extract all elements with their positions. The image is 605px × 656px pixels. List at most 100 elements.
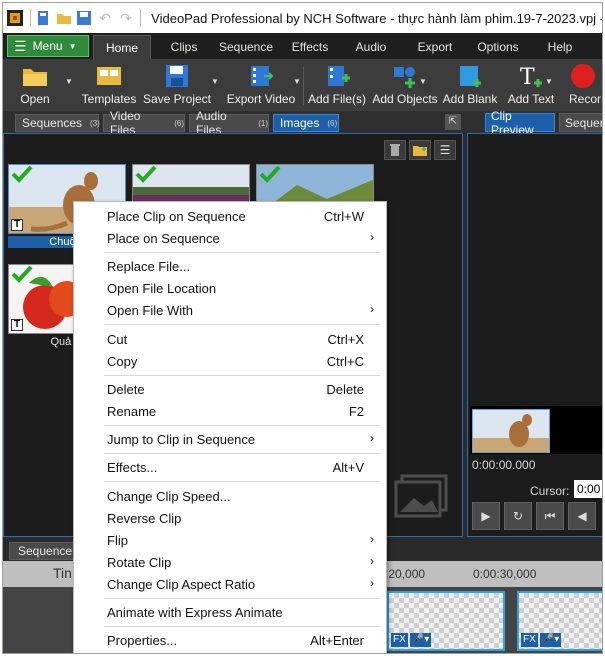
menu-item-shortcut: Ctrl+C bbox=[326, 354, 364, 369]
fx-button[interactable]: FX bbox=[391, 633, 408, 647]
add-objects-button[interactable]: Add Objects bbox=[372, 63, 438, 109]
menu-item-delete[interactable]: Delete Delete bbox=[74, 379, 386, 401]
export-dropdown-icon[interactable]: ▼ bbox=[293, 77, 301, 86]
check-icon bbox=[11, 265, 33, 283]
list-view-icon[interactable]: ☰ bbox=[434, 140, 456, 160]
tab-audio-files-bin[interactable]: Audio Files (1) bbox=[189, 109, 269, 137]
play-icon[interactable]: ▶ bbox=[472, 502, 500, 530]
add-objects-dropdown-icon[interactable]: ▼ bbox=[419, 77, 427, 86]
fx-button[interactable]: FX bbox=[521, 633, 538, 647]
menu-item-properties[interactable]: Properties... Alt+Enter bbox=[74, 630, 386, 652]
menu-item-jump-to-clip[interactable]: Jump to Clip in Sequence › bbox=[74, 429, 386, 451]
tab-clips[interactable]: Clips bbox=[161, 35, 207, 59]
tab-sequences-bin[interactable]: Sequences (3) bbox=[15, 114, 100, 132]
bin-tab-label: Sequences bbox=[22, 116, 83, 130]
skip-start-icon[interactable]: ⏮ bbox=[536, 502, 564, 530]
context-menu: Place Clip on Sequence Ctrl+W Place on S… bbox=[73, 201, 387, 653]
tab-sequence-preview[interactable]: Sequenc bbox=[559, 113, 602, 132]
tab-audio[interactable]: Audio bbox=[349, 35, 393, 59]
save-dropdown-icon[interactable]: ▼ bbox=[211, 77, 219, 86]
playback-controls: ▶ ↻ ⏮ ◀ bbox=[472, 502, 596, 532]
new-project-icon[interactable] bbox=[35, 9, 52, 27]
add-blank-icon bbox=[456, 63, 484, 89]
tab-sequence-timeline[interactable]: Sequence bbox=[9, 542, 82, 560]
menu-item-change-aspect-ratio[interactable]: Change Clip Aspect Ratio › bbox=[74, 574, 386, 596]
new-folder-icon[interactable] bbox=[409, 140, 431, 160]
add-files-button[interactable]: Add File(s) bbox=[308, 63, 366, 109]
menu-item-place-on-sequence[interactable]: Place on Sequence › bbox=[74, 228, 386, 250]
open-folder-icon[interactable] bbox=[55, 9, 72, 27]
menu-item-rename[interactable]: Rename F2 bbox=[74, 401, 386, 423]
microphone-icon[interactable]: 🎤▾ bbox=[409, 633, 432, 647]
templates-button[interactable]: Templates bbox=[81, 63, 137, 109]
menu-separator bbox=[104, 481, 380, 482]
save-project-button[interactable]: Save Project bbox=[143, 63, 211, 109]
add-blank-label: Add Blank bbox=[442, 92, 498, 106]
main-menu-label: Menu bbox=[32, 39, 63, 53]
text-badge-icon: T bbox=[11, 319, 23, 331]
trash-icon[interactable] bbox=[384, 140, 406, 160]
preview-tab-bar: Clip Preview Sequenc bbox=[465, 109, 602, 137]
menu-item-cut[interactable]: Cut Ctrl+X bbox=[74, 329, 386, 351]
open-dropdown-icon[interactable]: ▼ bbox=[65, 77, 73, 86]
menu-item-open-file-with[interactable]: Open File With › bbox=[74, 300, 386, 322]
redo-icon[interactable]: ↷ bbox=[118, 9, 135, 27]
menu-item-label: Delete bbox=[107, 382, 145, 397]
menu-item-label: Animate with Express Animate bbox=[107, 605, 283, 620]
menu-item-label: Change Clip Speed... bbox=[107, 489, 231, 504]
menu-item-shortcut: F2 bbox=[348, 404, 364, 419]
loop-icon[interactable]: ↻ bbox=[504, 502, 532, 530]
main-menu-button[interactable]: ☰ Menu ▼ bbox=[7, 35, 89, 57]
tab-help[interactable]: Help bbox=[541, 35, 579, 59]
menu-item-label: Place Clip on Sequence bbox=[107, 209, 246, 224]
tab-effects[interactable]: Effects bbox=[285, 35, 335, 59]
menu-item-rotate-clip[interactable]: Rotate Clip › bbox=[74, 552, 386, 574]
tab-video-files-bin[interactable]: Video Files (6) bbox=[103, 109, 185, 137]
clip-buttons: FX 🎤▾ bbox=[521, 633, 562, 647]
menu-item-flip[interactable]: Flip › bbox=[74, 530, 386, 552]
title-bar: ↶ ↷ VideoPad Professional by NCH Softwar… bbox=[3, 3, 602, 33]
tab-sequence[interactable]: Sequence bbox=[215, 35, 277, 59]
add-text-button[interactable]: T Add Text bbox=[507, 63, 555, 109]
save-icon[interactable] bbox=[76, 9, 93, 27]
menu-item-reverse-clip[interactable]: Reverse Clip bbox=[74, 508, 386, 530]
add-blank-button[interactable]: Add Blank bbox=[442, 63, 498, 109]
microphone-icon[interactable]: 🎤▾ bbox=[539, 633, 562, 647]
title-separator bbox=[29, 9, 31, 27]
bin-tab-count: (6) bbox=[327, 118, 338, 128]
submenu-arrow-icon: › bbox=[370, 576, 374, 590]
menu-item-place-clip-on-sequence[interactable]: Place Clip on Sequence Ctrl+W bbox=[74, 206, 386, 228]
menu-item-effects[interactable]: Effects... Alt+V bbox=[74, 457, 386, 479]
preview-timecode: 0:00:00.000 bbox=[472, 458, 536, 472]
tab-images-bin[interactable]: Images (6) bbox=[273, 114, 339, 132]
cursor-input[interactable]: 0:00 bbox=[574, 480, 602, 498]
menu-separator bbox=[104, 252, 380, 253]
step-back-icon[interactable]: ◀ bbox=[568, 502, 596, 530]
record-button[interactable]: Recor bbox=[569, 63, 602, 109]
undo-icon[interactable]: ↶ bbox=[97, 9, 114, 27]
menu-item-replace-file[interactable]: Replace File... bbox=[74, 256, 386, 278]
menu-item-label: Open File With bbox=[107, 303, 193, 318]
export-video-button[interactable]: Export Video bbox=[227, 63, 295, 109]
open-label: Open bbox=[20, 92, 50, 106]
menu-separator bbox=[104, 453, 380, 454]
timeline-clip[interactable]: FX 🎤▾ bbox=[387, 591, 505, 651]
tab-export[interactable]: Export bbox=[411, 35, 459, 59]
menu-item-change-clip-speed[interactable]: Change Clip Speed... bbox=[74, 486, 386, 508]
menu-item-animate[interactable]: Animate with Express Animate bbox=[74, 602, 386, 624]
submenu-arrow-icon: › bbox=[370, 554, 374, 568]
tab-clip-preview[interactable]: Clip Preview bbox=[485, 109, 555, 137]
record-label: Recor bbox=[569, 92, 602, 106]
menu-item-open-file-location[interactable]: Open File Location bbox=[74, 278, 386, 300]
menu-item-label: Jump to Clip in Sequence bbox=[107, 432, 256, 447]
add-text-dropdown-icon[interactable]: ▼ bbox=[545, 77, 553, 86]
menu-item-copy[interactable]: Copy Ctrl+C bbox=[74, 351, 386, 373]
bin-tab-bar: Sequences (3) Video Files (6) Audio Files(… bbox=[3, 109, 465, 137]
timeline-clip[interactable]: FX 🎤▾ bbox=[517, 591, 602, 651]
open-button[interactable]: Open bbox=[15, 63, 55, 109]
tab-home[interactable]: Home bbox=[93, 35, 151, 59]
undock-icon[interactable]: ⇱ bbox=[445, 114, 461, 130]
tab-options[interactable]: Options bbox=[471, 35, 525, 59]
menu-item-label: Reverse Clip bbox=[107, 511, 182, 526]
add-text-icon: T bbox=[517, 63, 545, 89]
